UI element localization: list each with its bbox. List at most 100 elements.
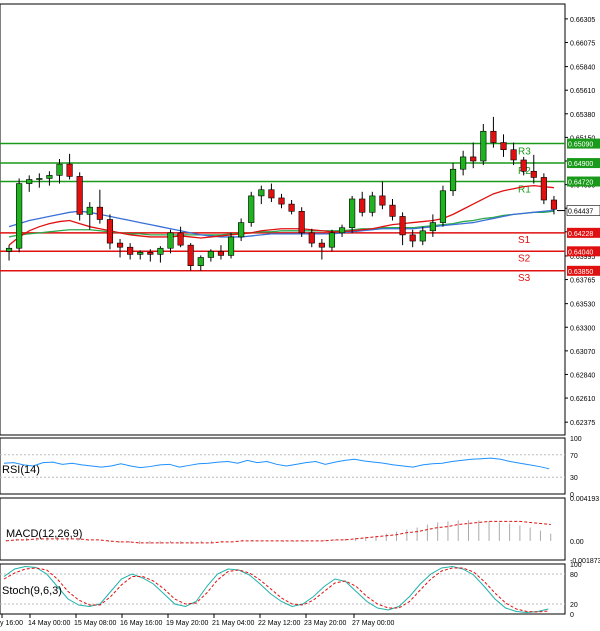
candle-body [46,175,53,179]
y-tick-label: 0.62375 [570,420,595,427]
macd-label: MACD(12,26,9) [6,528,82,540]
stoch-panel: 100 80 20 0 Stoch(9,6,3) [0,562,582,619]
rsi-panel-frame [0,437,566,495]
candle-body [530,170,537,178]
level-price-label: 0.63850 [568,269,593,276]
candle-body [207,251,214,258]
macd-panel-frame [0,497,566,561]
candle-body [419,230,426,242]
candle-body [86,206,93,215]
current-price-label: 0.64437 [568,209,593,216]
x-tick-label: 14 May 00:00 [28,620,71,627]
candle-body [217,251,225,256]
macd-tick-label: 0.004193 [570,496,599,503]
candle-body [76,176,83,215]
y-tick-label: 0.63070 [570,349,595,356]
level-name-s3: S3 [518,273,531,284]
y-tick-label: 0.65610 [570,88,595,95]
candle-body [359,198,366,213]
level-name-s1: S1 [518,235,531,246]
candle-body [439,190,447,223]
y-tick-label: 0.66075 [570,40,595,47]
candle-body [550,199,558,210]
candle-body [5,247,13,252]
candle-body [16,183,23,249]
candle-body [157,247,164,255]
candle-body [137,252,144,255]
candle-body [490,130,497,143]
candle-body [298,210,305,234]
candle-body [308,232,315,244]
stoch-tick-label: 20 [570,602,578,609]
x-tick-label: y 16:00 [0,620,23,627]
candle-body [520,159,527,172]
rsi-panel: 10070300RSI(14) [0,436,582,499]
candle-body [177,232,184,246]
candle-body [460,156,467,170]
y-tick-label: 0.66305 [570,17,595,24]
level-price-label: 0.64720 [568,180,593,187]
x-tick-label: 23 May 20:00 [304,620,347,627]
stoch-tick-label: 0 [570,612,574,619]
candle-body [258,189,265,197]
candle-body [369,195,376,213]
macd-tick-label: 0.00 [570,539,584,546]
x-tick-label: 19 May 20:00 [166,620,209,627]
trading-chart: 0.663050.660750.658400.656100.653800.651… [0,3,600,627]
candle-body [429,222,436,232]
y-tick-label: 0.63530 [570,302,595,309]
level-price-label: 0.65090 [568,142,593,149]
candle-body [147,252,154,255]
candle-body [197,257,204,266]
candle-body [268,189,275,199]
macd-panel: 0.0041930.00-0.001873MACD(12,26,9) [0,496,600,565]
stoch-label: Stoch(9,6,3) [2,585,62,597]
candle-body [36,178,43,180]
x-tick-label: 21 May 04:00 [212,620,255,627]
level-name-r3: R3 [518,147,531,158]
candle-body [409,234,416,242]
candle-body [399,216,406,236]
stoch-tick-label: 100 [570,562,582,569]
candle-body [66,163,73,177]
candle-body [26,179,33,184]
candle-body [127,246,134,255]
rsi-tick-label: 70 [570,453,578,460]
rsi-tick-label: 30 [570,475,578,482]
candle-body [238,222,245,238]
candle-body [389,204,396,217]
candle-body [96,206,103,220]
x-tick-label: 16 May 16:00 [120,620,163,627]
candle-body [56,163,63,176]
candle-body [106,219,114,244]
candle-body [349,198,356,229]
candle-body [480,130,487,162]
y-tick-label: 0.62610 [570,396,595,403]
rsi-tick-label: 100 [570,436,582,443]
candle-body [227,236,235,256]
candle-body [278,197,285,205]
candle-body [449,168,457,192]
x-tick-label: 22 May 12:00 [258,620,301,627]
candle-body [318,242,325,248]
level-price-label: 0.64228 [568,231,593,238]
candle-body [540,177,547,201]
stoch-panel-frame [0,563,566,615]
candle-body [338,227,346,234]
rsi-label: RSI(14) [2,464,40,476]
level-price-label: 0.64040 [568,249,593,256]
level-name-s2: S2 [518,253,531,264]
y-tick-label: 0.62840 [570,372,595,379]
y-tick-label: 0.65380 [570,112,595,119]
y-tick-label: 0.65840 [570,65,595,72]
candle-body [187,244,194,266]
y-tick-label: 0.63765 [570,278,595,285]
x-tick-label: 27 May 00:00 [352,620,395,627]
stoch-tick-label: 80 [570,572,578,579]
candle-body [328,232,336,248]
price-panel: 0.663050.660750.658400.656100.653800.651… [0,3,600,436]
candle-body [167,232,174,249]
candle-body [510,149,517,161]
candle-body [379,195,386,206]
x-tick-label: 15 May 08:00 [74,620,117,627]
